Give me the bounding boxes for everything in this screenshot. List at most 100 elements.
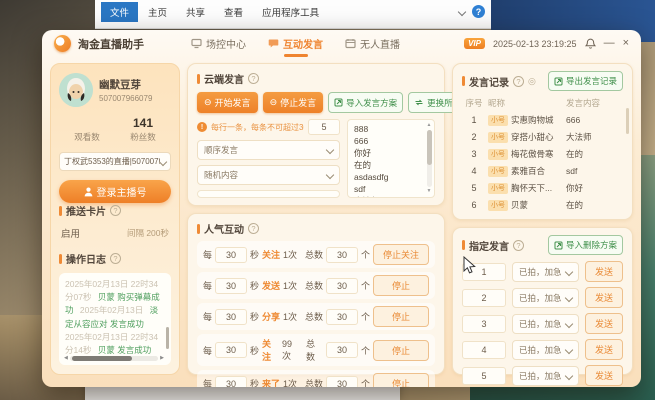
help-icon[interactable]: ?: [248, 223, 259, 234]
label-every: 每: [203, 250, 213, 260]
tab-unmanned-live[interactable]: 无人直播: [345, 30, 400, 57]
room-select[interactable]: 丁权武5353的直播|507007966079: [59, 152, 171, 171]
send-button[interactable]: 发送: [584, 365, 623, 386]
help-icon[interactable]: ?: [513, 75, 524, 87]
designated-row: 4 已拍，加急 发送: [462, 339, 623, 360]
explorer-menu-home[interactable]: 主页: [139, 2, 176, 22]
speech-listbox[interactable]: ▲ ▼ 888 666 你好 在的 asdasdfg sdf: [347, 119, 435, 198]
speech-list-item: 在的: [354, 160, 372, 171]
designated-no-input[interactable]: 3: [462, 314, 506, 333]
explorer-help-icon[interactable]: ?: [472, 5, 485, 18]
label-unit: 个: [360, 281, 370, 291]
explorer-menu-view[interactable]: 查看: [215, 2, 252, 22]
interval-input[interactable]: 30: [215, 375, 248, 387]
operation-log[interactable]: ◀ ▶ 2025年02月13日 22时34分07秒 贝蒙 购买弹幕成功 2025…: [59, 273, 171, 365]
total-input[interactable]: 30: [325, 277, 358, 294]
chat-icon: [268, 39, 279, 48]
account-badge: 小号: [488, 114, 508, 126]
designated-option-select[interactable]: 已拍，加急: [512, 287, 579, 308]
speech-count-input[interactable]: 5: [308, 119, 340, 135]
record-no: 1: [471, 115, 477, 125]
popularity-row: 每 30 秒 分享 1次 总数 30 个 停止: [197, 303, 435, 330]
label-unit: 个: [360, 379, 370, 387]
stat-label: 粉丝数: [130, 132, 156, 142]
scroll-up-icon[interactable]: ▲: [427, 122, 432, 129]
total-input[interactable]: 30: [325, 342, 358, 358]
stop-button[interactable]: 停止: [373, 373, 429, 387]
label-every: 每: [203, 379, 213, 387]
stop-speech-button[interactable]: ⊖ 停止发言: [262, 92, 324, 113]
content-mode-select[interactable]: 随机内容: [197, 165, 340, 185]
push-enable-toggle[interactable]: 启用: [61, 226, 80, 240]
log-vertical-scrollbar[interactable]: [166, 327, 169, 349]
listbox-scrollbar[interactable]: ▲ ▼: [425, 121, 433, 196]
order-select[interactable]: 顺序发言: [197, 140, 340, 160]
info-icon: !: [197, 122, 207, 132]
interval-input[interactable]: 30: [215, 308, 248, 325]
scroll-track[interactable]: [426, 130, 432, 187]
action-label: 来了: [262, 379, 281, 387]
export-record-button[interactable]: 导出发言记录: [547, 71, 623, 91]
send-button[interactable]: 发送: [584, 313, 623, 334]
minimize-button[interactable]: —: [604, 38, 615, 49]
scroll-left-icon[interactable]: ◀: [64, 356, 68, 361]
interval-input[interactable]: 30: [215, 342, 248, 358]
speech-hint: 每行一条，每条不可超过30个字: [211, 122, 304, 132]
login-anchor-button[interactable]: 登录主播号: [59, 180, 171, 203]
tab-interactive-speech[interactable]: 互动发言: [268, 30, 323, 57]
scroll-down-icon[interactable]: ▼: [427, 188, 432, 195]
designated-no-input[interactable]: 2: [462, 288, 506, 307]
import-plan-button[interactable]: 导入发言方案: [328, 92, 404, 113]
send-button[interactable]: 发送: [584, 339, 623, 360]
total-input[interactable]: 30: [325, 308, 358, 325]
account-badge: 小号: [488, 165, 508, 177]
settings-icon[interactable]: ◎: [528, 76, 536, 86]
import-delete-plan-button[interactable]: 导入删除方案: [547, 235, 623, 255]
stop-button[interactable]: 停止关注: [373, 244, 429, 265]
scroll-thumb[interactable]: [71, 356, 132, 361]
total-input[interactable]: 30: [325, 246, 358, 263]
push-interval-label: 间隔 200秒: [126, 228, 169, 238]
action-label: 发送: [262, 281, 281, 291]
explorer-menu-share[interactable]: 共享: [177, 2, 214, 22]
main-tabs: 场控中心 互动发言 无人直播: [191, 30, 400, 57]
scroll-right-icon[interactable]: ▶: [160, 356, 164, 361]
help-icon[interactable]: ?: [110, 205, 121, 216]
account-badge: 小号: [488, 148, 508, 160]
help-icon[interactable]: ?: [248, 73, 259, 84]
explorer-menu-file[interactable]: 文件: [101, 2, 139, 22]
label-total: 总数: [304, 250, 323, 260]
tab-scene-control[interactable]: 场控中心: [191, 30, 246, 57]
record-scrollbar[interactable]: [626, 108, 629, 134]
scroll-thumb[interactable]: [426, 130, 432, 166]
designated-option-select[interactable]: 已拍，加急: [512, 261, 579, 282]
record-nick: 胸怀天下...: [511, 183, 553, 193]
designated-option-select[interactable]: 已拍，加急: [512, 339, 579, 360]
popularity-row: 每 30 秒 关注 99次 总数 30 个 停止: [197, 334, 435, 366]
speech-textarea[interactable]: [197, 190, 340, 198]
chevron-down-icon[interactable]: [457, 7, 467, 16]
label-every: 每: [203, 345, 213, 356]
stop-button[interactable]: 停止: [373, 306, 429, 327]
explorer-menu-apptools[interactable]: 应用程序工具: [253, 2, 328, 22]
log-horizontal-scrollbar[interactable]: ◀ ▶: [64, 355, 164, 362]
designated-option-select[interactable]: 已拍，加急: [512, 313, 579, 334]
send-button[interactable]: 发送: [584, 261, 623, 282]
start-speech-button[interactable]: ⊖ 开始发言: [197, 92, 258, 113]
interval-input[interactable]: 30: [215, 246, 248, 263]
stop-button[interactable]: 停止: [373, 339, 429, 361]
record-nick: 梅花傲骨寒: [511, 149, 554, 159]
designated-no-input[interactable]: 5: [462, 366, 506, 385]
close-button[interactable]: ×: [623, 38, 629, 49]
send-button[interactable]: 发送: [584, 287, 623, 308]
scroll-track[interactable]: [69, 356, 159, 361]
help-icon[interactable]: ?: [110, 253, 121, 264]
designated-row: 3 已拍，加急 发送: [462, 313, 623, 334]
stop-button[interactable]: 停止: [373, 275, 429, 296]
total-input[interactable]: 30: [325, 375, 358, 387]
designated-no-input[interactable]: 4: [462, 340, 506, 359]
bell-icon[interactable]: [584, 38, 596, 50]
interval-input[interactable]: 30: [215, 277, 248, 294]
help-icon[interactable]: ?: [513, 239, 524, 251]
designated-option-select[interactable]: 已拍，加急: [512, 365, 579, 386]
